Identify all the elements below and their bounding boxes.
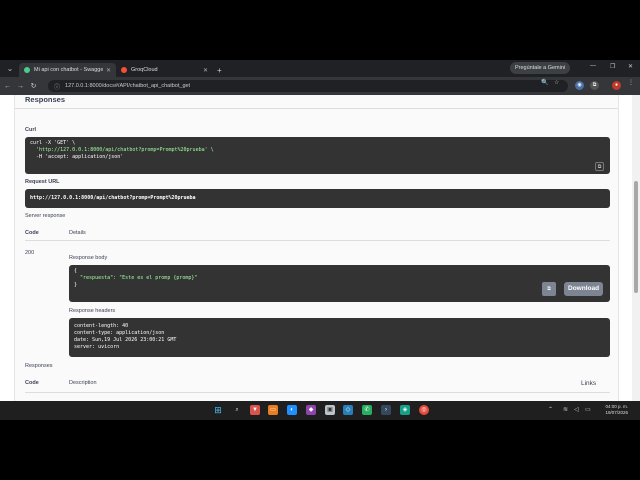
vscode-icon[interactable]: ◇ <box>343 405 353 415</box>
tray-chevron-icon[interactable]: ⌃ <box>548 406 553 413</box>
zoom-icon[interactable]: 🔍 <box>541 79 548 86</box>
new-tab-button[interactable]: + <box>217 66 222 75</box>
close-window-icon[interactable]: ✕ <box>628 63 633 70</box>
tab-label: GroqCloud <box>131 67 158 73</box>
forward-icon[interactable]: → <box>15 83 26 90</box>
curl-code-block[interactable]: curl -X 'GET' \ 'http://127.0.0.1:8000/a… <box>25 137 610 174</box>
request-url-label: Request URL <box>25 179 60 185</box>
bookmark-star-icon[interactable]: ☆ <box>554 79 559 86</box>
code-column-header: Code <box>25 230 39 236</box>
close-tab-icon[interactable]: ✕ <box>203 67 208 74</box>
header-line: server: uvicorn <box>74 344 120 350</box>
swagger-favicon-icon <box>24 67 30 73</box>
details-column-header: Details <box>69 230 86 236</box>
body-line: "respuesta": "Este es el promp {promp}" <box>74 275 198 281</box>
tab-groqcloud[interactable]: GroqCloud ✕ <box>116 63 213 77</box>
page-scrollbar[interactable] <box>632 95 640 401</box>
responses-heading: Responses <box>25 95 66 104</box>
taskbar-clock[interactable]: 04:00 p. m. 19/07/2026 <box>596 404 628 416</box>
response-headers-label: Response headers <box>69 308 116 314</box>
tab-search-icon[interactable]: ⌄ <box>3 63 17 75</box>
wifi-icon[interactable]: ≋ <box>563 406 568 413</box>
swagger-operation-panel: Responses Curl curl -X 'GET' \ 'http://1… <box>14 95 619 401</box>
header-line: content-type: application/json <box>74 330 165 336</box>
description-column-header: Description <box>69 380 97 386</box>
groq-favicon-icon <box>121 67 127 73</box>
curl-line: -H 'accept: application/json' <box>30 154 124 160</box>
file-explorer-icon[interactable]: ▭ <box>268 405 278 415</box>
curl-line: 'http://127.0.0.1:8000/api/chatbot?promp… <box>30 147 214 153</box>
curl-line: curl -X 'GET' \ <box>30 140 76 146</box>
edge-icon[interactable]: ◐ <box>287 405 297 415</box>
scrollbar-thumb[interactable] <box>634 181 638 293</box>
body-line: } <box>74 282 78 288</box>
volume-icon[interactable]: ◁ <box>574 406 579 413</box>
divider <box>15 108 618 109</box>
chrome-icon[interactable]: ◎ <box>419 405 429 415</box>
header-line: content-length: 40 <box>74 323 129 329</box>
url-text: 127.0.0.1:8000/docs#/API/chatbot_api_cha… <box>65 83 191 89</box>
reload-icon[interactable]: ↻ <box>28 82 39 90</box>
tab-label: Mi api con chatbot - Swagger <box>34 67 103 73</box>
address-bar[interactable]: ⓘ 127.0.0.1:8000/docs#/API/chatbot_api_c… <box>48 80 568 92</box>
gemini-button[interactable]: Pregúntale a Gemini <box>510 62 571 74</box>
terminal-icon[interactable]: › <box>381 405 391 415</box>
responses-subheading: Responses <box>25 363 53 369</box>
response-headers-block[interactable]: content-length: 40 content-type: applica… <box>69 318 610 357</box>
status-code: 200 <box>25 250 35 256</box>
store-icon[interactable]: ▣ <box>325 405 335 415</box>
request-url-block[interactable]: http://127.0.0.1:8000/api/chatbot?promp=… <box>25 189 610 208</box>
copilot-icon[interactable]: ◆ <box>306 405 316 415</box>
curl-label: Curl <box>25 127 36 133</box>
extensions-puzzle-icon[interactable]: ⧉ <box>590 81 599 90</box>
clock-date: 19/07/2026 <box>605 410 628 415</box>
search-icon[interactable]: ⌕ <box>232 405 242 415</box>
header-line: date: Sun,19 Jul 2026 23:00:21 GMT <box>74 337 177 343</box>
start-windows-icon[interactable]: ⊞ <box>213 405 223 415</box>
browser-toolbar: ← → ↻ ⓘ 127.0.0.1:8000/docs#/API/chatbot… <box>0 77 640 95</box>
back-icon[interactable]: ← <box>2 83 13 90</box>
minimize-icon[interactable]: — <box>590 63 596 69</box>
response-body-label: Response body <box>69 255 108 261</box>
page-viewport: Responses Curl curl -X 'GET' \ 'http://1… <box>0 95 640 401</box>
divider <box>25 240 610 241</box>
windows-taskbar: ⊞ ⌕ ▼ ▭ ◐ ◆ ▣ ◇ ✆ › ◈ ◎ ⌃ ≋ ◁ ▭ 04:00 p.… <box>0 401 640 420</box>
extension-icon[interactable]: ◉ <box>575 81 584 90</box>
maximize-icon[interactable]: ❐ <box>610 63 615 70</box>
close-tab-icon[interactable]: ✕ <box>106 67 111 74</box>
menu-kebab-icon[interactable]: ⋮ <box>628 79 634 86</box>
code-column-header: Code <box>25 380 39 386</box>
body-line: { <box>74 268 78 274</box>
tab-swagger[interactable]: Mi api con chatbot - Swagger ✕ <box>19 63 116 77</box>
browser-tab-strip: ⌄ Mi api con chatbot - Swagger ✕ GroqClo… <box>0 60 640 77</box>
divider <box>25 392 610 393</box>
app-icon[interactable]: ◈ <box>400 405 410 415</box>
battery-icon[interactable]: ▭ <box>585 406 591 413</box>
brave-icon[interactable]: ▼ <box>250 405 260 415</box>
profile-avatar-icon[interactable]: ● <box>612 81 621 90</box>
copy-curl-icon[interactable]: ⧉ <box>595 162 604 171</box>
site-info-icon[interactable]: ⓘ <box>54 82 60 91</box>
response-body-block[interactable]: { "respuesta": "Este es el promp {promp}… <box>69 265 610 302</box>
whatsapp-icon[interactable]: ✆ <box>362 405 372 415</box>
download-button[interactable]: Download <box>564 282 604 296</box>
links-column-header: Links <box>581 380 597 387</box>
copy-body-icon[interactable]: ⧉ <box>542 282 556 296</box>
server-response-label: Server response <box>25 213 66 219</box>
